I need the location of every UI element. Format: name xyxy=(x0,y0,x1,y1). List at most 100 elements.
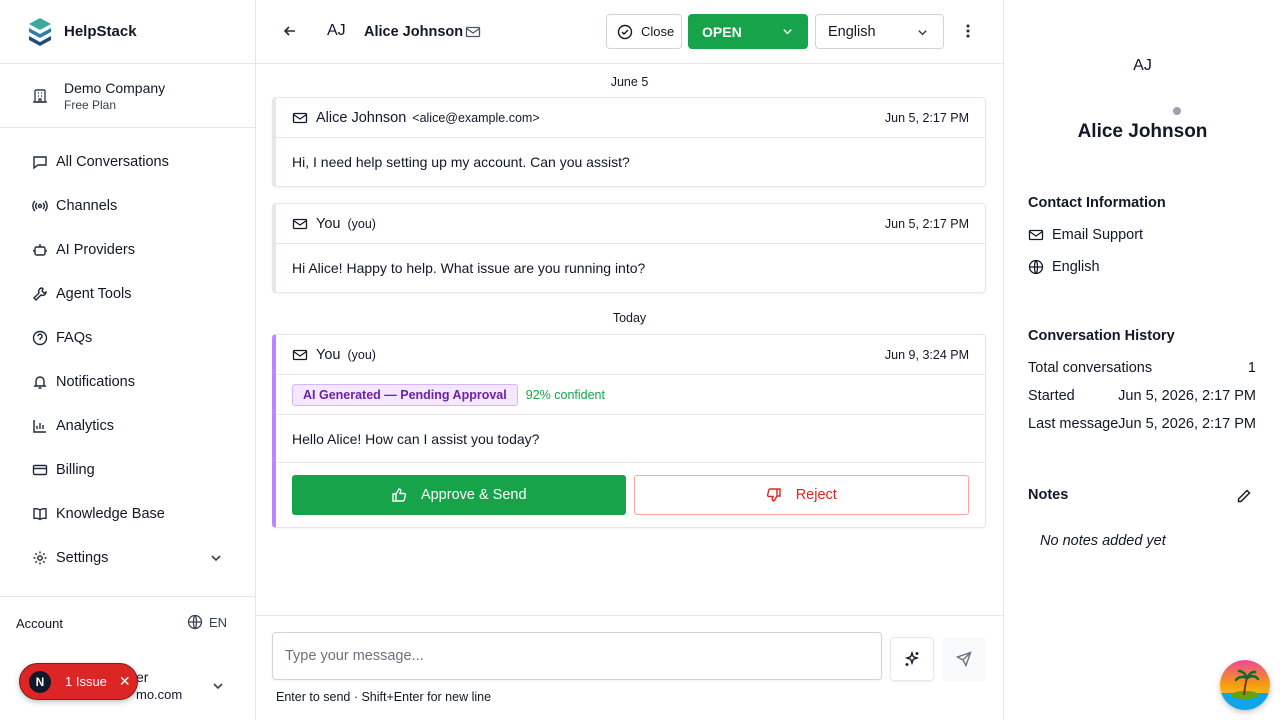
contact-avatar: AJ xyxy=(327,22,346,39)
day-separator: June 5 xyxy=(610,75,649,89)
approve-label: Approve & Send xyxy=(420,487,527,503)
message-sender: Alice Johnson xyxy=(316,109,407,126)
language-toggle[interactable]: EN xyxy=(187,592,239,630)
nav-label: Channels xyxy=(56,198,118,214)
thumbs-down-icon xyxy=(766,488,781,502)
credit-card-icon xyxy=(32,464,48,476)
contact-info-title: Contact Information xyxy=(1028,195,1166,211)
history-value: Jun 5, 2026, 2:17 PM xyxy=(1118,388,1256,404)
presence-indicator xyxy=(1173,107,1181,115)
message-body: Hi Alice! Happy to help. What issue are … xyxy=(292,260,646,276)
bell-icon xyxy=(33,376,47,389)
message-card: Alice Johnson <alice@example.com> Jun 5,… xyxy=(272,97,986,187)
help-avatar-bubble[interactable] xyxy=(1220,660,1270,710)
chevron-down-icon[interactable] xyxy=(209,551,223,565)
pencil-icon[interactable] xyxy=(1236,488,1252,504)
message-thread[interactable]: June 5 Alice Johnson <alice@example.com>… xyxy=(256,64,1003,615)
history-row: Started Jun 5, 2026, 2:17 PM xyxy=(1028,388,1256,408)
nav-label: Knowledge Base xyxy=(56,506,165,522)
account-label: Account xyxy=(16,615,63,631)
nav-label: Agent Tools xyxy=(56,286,132,302)
book-icon xyxy=(33,507,47,521)
nav-item-faqs[interactable]: FAQs xyxy=(0,316,255,360)
sidebar-footer: Account EN er mo.com xyxy=(0,596,255,720)
arrow-left-icon[interactable] xyxy=(282,23,298,39)
company-plan: Free Plan xyxy=(64,97,117,112)
chevron-down-icon[interactable] xyxy=(211,679,225,693)
message-input[interactable] xyxy=(272,632,882,680)
language-code: EN xyxy=(208,614,227,630)
issues-logo: N xyxy=(29,670,51,693)
nav-item-billing[interactable]: Billing xyxy=(0,448,255,492)
nav-item-ai-providers[interactable]: AI Providers xyxy=(0,228,255,272)
status-select[interactable]: OPEN xyxy=(688,14,808,49)
broadcast-icon xyxy=(32,200,48,212)
mail-icon xyxy=(292,218,308,229)
history-value: Jun 5, 2026, 2:17 PM xyxy=(1118,416,1256,432)
message-header: Alice Johnson <alice@example.com> Jun 5,… xyxy=(276,98,985,138)
contact-panel: AJ Alice Johnson Contact Information Ema… xyxy=(1003,0,1280,720)
sparkles-icon xyxy=(904,650,920,666)
brand[interactable]: HelpStack xyxy=(0,0,255,64)
nav-label: All Conversations xyxy=(56,154,169,170)
message-header: You (you) Jun 9, 3:24 PM xyxy=(276,335,985,375)
contact-name: Alice Johnson xyxy=(364,24,464,40)
ai-confidence: 92% confident xyxy=(525,387,605,402)
account-row: Account EN xyxy=(0,597,255,631)
close-label: Close xyxy=(641,24,675,39)
contact-channel: Email Support xyxy=(1028,227,1143,243)
reject-button[interactable]: Reject xyxy=(633,475,969,515)
ai-assist-button[interactable] xyxy=(890,637,934,681)
message-sender: You xyxy=(316,346,341,363)
language-select[interactable]: English xyxy=(815,14,944,49)
history-key: Total conversations xyxy=(1028,360,1153,376)
message-you-tag: (you) xyxy=(347,347,376,362)
history-row: Last message Jun 5, 2026, 2:17 PM xyxy=(1028,416,1256,436)
logo-icon xyxy=(29,17,51,46)
nav-item-channels[interactable]: Channels xyxy=(0,184,255,228)
close-conversation-button[interactable]: Close xyxy=(606,14,682,49)
ai-draft-message: You (you) Jun 9, 3:24 PM AI Generated — … xyxy=(272,334,986,528)
send-button[interactable] xyxy=(942,637,986,681)
nav-item-agent-tools[interactable]: Agent Tools xyxy=(0,272,255,316)
island-icon xyxy=(1220,660,1270,710)
globe-icon xyxy=(1028,259,1044,275)
issues-badge[interactable]: N 1 Issue ✕ xyxy=(19,663,138,700)
message-body: Hello Alice! How can I assist you today? xyxy=(276,415,985,463)
notes-empty: No notes added yet xyxy=(1040,533,1166,549)
message-time: Jun 9, 3:24 PM xyxy=(884,347,969,362)
composer: Enter to send · Shift+Enter for new line xyxy=(256,615,1003,720)
main-nav: All Conversations Channels AI Providers … xyxy=(0,128,255,580)
nav-item-settings[interactable]: Settings xyxy=(0,536,255,580)
nav-label: AI Providers xyxy=(56,242,135,258)
mail-icon xyxy=(292,112,308,123)
close-icon[interactable]: ✕ xyxy=(119,673,131,690)
nav-item-analytics[interactable]: Analytics xyxy=(0,404,255,448)
approve-send-button[interactable]: Approve & Send xyxy=(292,475,626,515)
history-title: Conversation History xyxy=(1028,328,1175,344)
mail-icon xyxy=(292,349,308,360)
nav-label: Notifications xyxy=(56,374,135,390)
more-vertical-icon[interactable] xyxy=(960,23,976,39)
nav-item-all-conversations[interactable]: All Conversations xyxy=(0,140,255,184)
contact-name: Alice Johnson xyxy=(1077,121,1208,142)
history-row: Total conversations 1 xyxy=(1028,360,1256,380)
message-header: You (you) Jun 5, 2:17 PM xyxy=(276,204,985,244)
history-key: Started xyxy=(1028,388,1075,404)
bar-chart-icon xyxy=(33,420,46,433)
check-circle-icon xyxy=(617,24,633,39)
issues-count: 1 Issue xyxy=(65,674,107,689)
nav-item-notifications[interactable]: Notifications xyxy=(0,360,255,404)
nav-item-knowledge-base[interactable]: Knowledge Base xyxy=(0,492,255,536)
brand-name: HelpStack xyxy=(64,23,137,40)
nav-label: Analytics xyxy=(56,418,115,434)
help-circle-icon xyxy=(32,330,48,346)
mail-icon xyxy=(1028,229,1044,241)
conversation-header: AJ Alice Johnson Close OPEN English xyxy=(256,0,1003,64)
reject-label: Reject xyxy=(795,487,837,503)
status-value: OPEN xyxy=(702,23,742,40)
chevron-down-icon xyxy=(783,29,792,35)
message-time: Jun 5, 2:17 PM xyxy=(884,216,969,231)
company-switcher[interactable]: Demo Company Free Plan xyxy=(0,64,255,128)
mail-icon xyxy=(465,26,481,38)
